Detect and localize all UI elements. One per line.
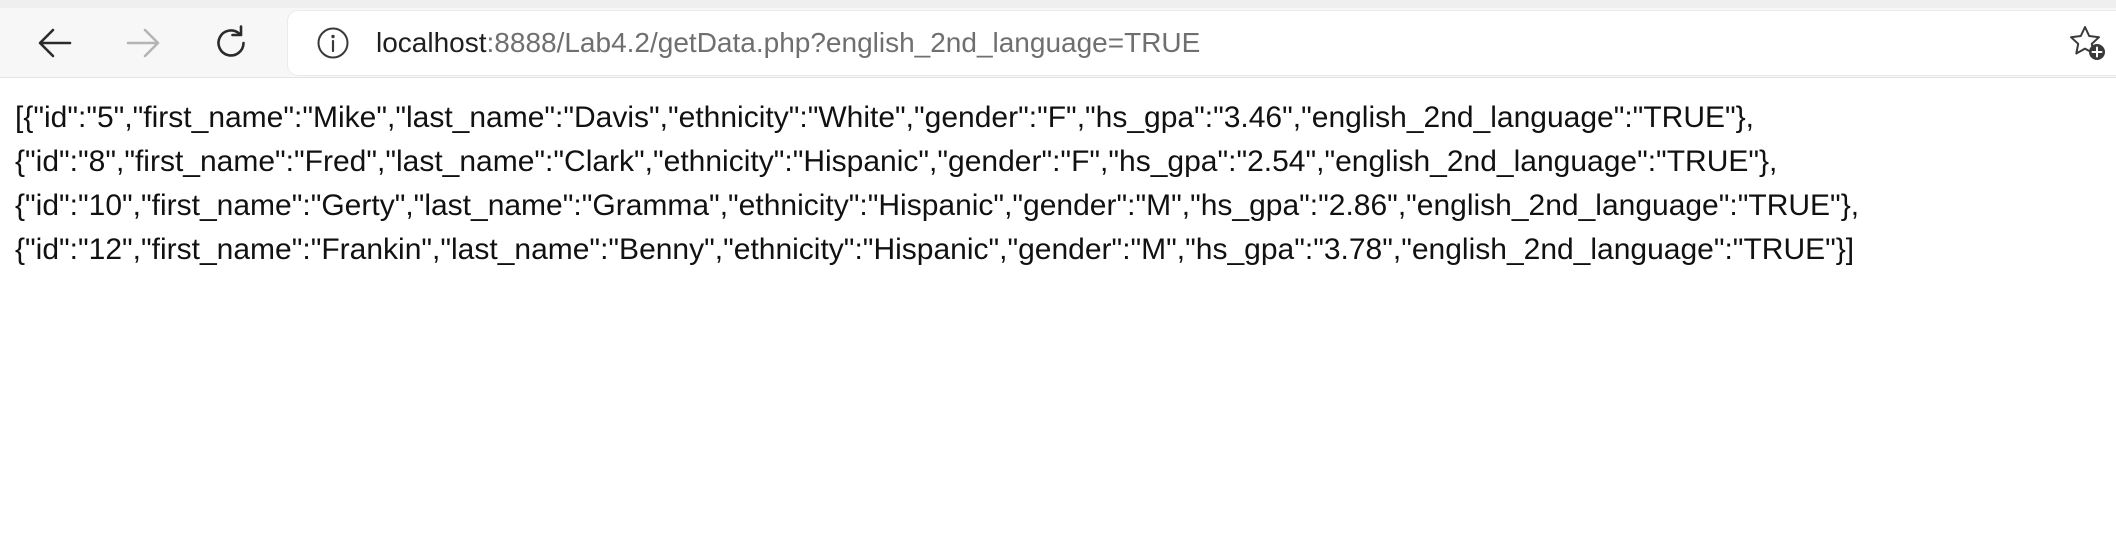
reload-icon	[217, 25, 245, 57]
json-line: {"id":"12","first_name":"Frankin","last_…	[15, 233, 1855, 266]
json-line: {"id":"8","first_name":"Fred","last_name…	[15, 145, 1778, 178]
url-text[interactable]: localhost:8888/Lab4.2/getData.php?englis…	[376, 11, 1200, 75]
url-host: localhost	[376, 27, 487, 58]
browser-toolbar: localhost:8888/Lab4.2/getData.php?englis…	[0, 8, 2116, 78]
arrow-left-icon	[38, 28, 72, 58]
url-path: :8888/Lab4.2/getData.php?english_2nd_lan…	[486, 27, 1201, 58]
reload-button[interactable]	[196, 8, 266, 78]
forward-button[interactable]	[108, 8, 178, 78]
info-icon[interactable]	[316, 26, 350, 60]
address-bar[interactable]: localhost:8888/Lab4.2/getData.php?englis…	[288, 11, 2116, 75]
json-line: [{"id":"5","first_name":"Mike","last_nam…	[15, 101, 1755, 134]
json-line: {"id":"10","first_name":"Gerty","last_na…	[15, 189, 1860, 222]
arrow-right-icon	[126, 28, 160, 58]
star-add-icon	[2070, 26, 2105, 60]
add-favorite-button[interactable]	[2068, 8, 2116, 78]
window-top-strip	[0, 0, 2116, 8]
json-response-body: [{"id":"5","first_name":"Mike","last_nam…	[15, 96, 2105, 272]
back-button[interactable]	[20, 8, 90, 78]
